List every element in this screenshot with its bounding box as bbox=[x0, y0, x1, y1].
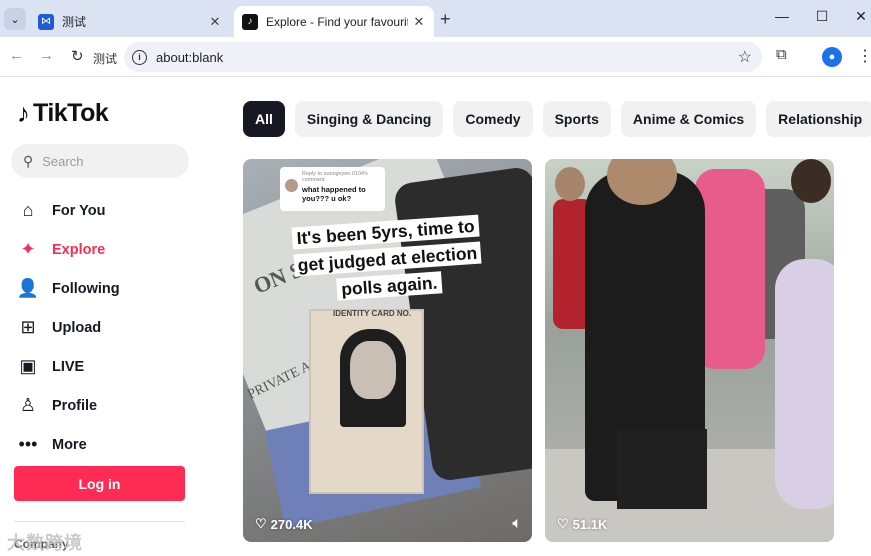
person-image bbox=[695, 169, 765, 369]
video-card[interactable]: ♡ 51.1K bbox=[545, 159, 834, 542]
profile-icon: ♙ bbox=[19, 395, 37, 415]
caption-line: polls again. bbox=[336, 271, 443, 301]
volume-icon[interactable]: 🔈︎ bbox=[512, 515, 522, 533]
browser-toolbar: ← → ↻ 测试 i about:blank ☆ ⧉ ● ⋮ bbox=[0, 37, 871, 77]
person-image bbox=[775, 259, 834, 509]
tiktok-icon: ♪ bbox=[242, 13, 258, 30]
close-window-icon[interactable]: ✕ bbox=[849, 8, 871, 25]
close-icon[interactable]: ✕ bbox=[408, 14, 430, 30]
sidebar-item-label: Following bbox=[52, 280, 120, 297]
sidebar-item-profile[interactable]: ♙ Profile bbox=[14, 386, 190, 425]
sidebar-item-label: Profile bbox=[52, 397, 98, 414]
heart-icon: ♡ bbox=[255, 516, 267, 531]
id-card-label: IDENTITY CARD NO. bbox=[333, 309, 412, 318]
search-placeholder: Search bbox=[42, 153, 84, 169]
search-icon: ⚲ bbox=[23, 152, 34, 169]
extensions-icon[interactable]: ⧉ bbox=[776, 46, 787, 63]
sidebar-item-more[interactable]: ••• More bbox=[14, 425, 190, 464]
user-follow-icon: 👤 bbox=[16, 278, 40, 298]
watermark: 大数跨境 bbox=[7, 533, 83, 553]
sidebar-nav: ⌂ For You ✦ Explore 👤 Following ⊞ Upload ▣ LIVE ♙ P… bbox=[14, 191, 190, 464]
live-tv-icon: ▣ bbox=[19, 356, 37, 376]
like-count-value: 51.1K bbox=[572, 516, 608, 532]
minimize-icon[interactable]: — bbox=[770, 8, 794, 24]
person-image bbox=[555, 167, 585, 201]
sidebar-item-label: More bbox=[52, 436, 87, 453]
reply-bubble: Reply to suongvyen.0104's comment what h… bbox=[280, 167, 385, 211]
sidebar-item-live[interactable]: ▣ LIVE bbox=[14, 347, 190, 386]
new-tab-button[interactable]: + bbox=[440, 9, 451, 30]
category-tab[interactable]: Anime & Comics bbox=[620, 101, 757, 137]
category-tab[interactable]: Relationship bbox=[766, 101, 871, 137]
close-icon[interactable]: ✕ bbox=[204, 14, 226, 30]
category-tab[interactable]: Singing & Dancing bbox=[294, 101, 444, 137]
tiktok-page: ♪ TikTok ⚲ Search ⌂ For You ✦ Explore 👤 Follo… bbox=[0, 78, 871, 556]
id-face bbox=[350, 341, 396, 399]
person-image bbox=[617, 429, 707, 509]
page-tag: 测试 bbox=[93, 52, 118, 66]
maximize-icon[interactable]: ☐ bbox=[810, 8, 834, 25]
info-icon[interactable]: i bbox=[132, 49, 147, 65]
reload-icon[interactable]: ↻ bbox=[71, 47, 84, 65]
browser-tab-2[interactable]: ♪ Explore - Find your favourite ✕ bbox=[234, 6, 434, 37]
tiktok-note-icon: ♪ bbox=[17, 98, 30, 128]
plus-square-icon: ⊞ bbox=[20, 317, 36, 337]
reply-meta: Reply to suongvyen.0104's comment bbox=[302, 171, 368, 183]
video-card[interactable]: ON S PRIVATE AN IDENTITY CARD NO. Reply … bbox=[243, 159, 532, 542]
sidebar-item-explore[interactable]: ✦ Explore bbox=[14, 230, 190, 269]
person-image bbox=[791, 159, 831, 203]
logo-text: TikTok bbox=[33, 99, 109, 127]
reply-avatar bbox=[285, 179, 298, 192]
menu-kebab-icon[interactable]: ⋮ bbox=[857, 46, 871, 66]
tab-title: Explore - Find your favourite bbox=[266, 14, 408, 29]
category-tab[interactable]: All bbox=[243, 101, 285, 137]
browser-tab-bar: ⌄ ⋈ 测试 ✕ ♪ Explore - Find your favourite… bbox=[0, 0, 871, 37]
tab-title: 测试 bbox=[62, 15, 87, 29]
category-tab[interactable]: Comedy bbox=[453, 101, 533, 137]
url-text: about:blank bbox=[156, 49, 224, 65]
search-input[interactable]: ⚲ Search bbox=[11, 144, 189, 178]
heart-icon: ♡ bbox=[557, 516, 569, 531]
like-count-value: 270.4K bbox=[270, 516, 313, 532]
compass-icon: ✦ bbox=[20, 239, 36, 259]
sidebar-item-following[interactable]: 👤 Following bbox=[14, 269, 190, 308]
category-tabs: All Singing & Dancing Comedy Sports Anime & … bbox=[243, 101, 871, 137]
sidebar-item-label: LIVE bbox=[52, 358, 85, 375]
login-button[interactable]: Log in bbox=[14, 466, 185, 501]
like-count: ♡ 270.4K bbox=[255, 516, 313, 532]
home-icon: ⌂ bbox=[22, 200, 34, 220]
like-count: ♡ 51.1K bbox=[557, 516, 607, 532]
category-tab[interactable]: Sports bbox=[542, 101, 611, 137]
forward-icon[interactable]: → bbox=[39, 47, 54, 64]
more-dots-icon: ••• bbox=[18, 434, 38, 454]
back-icon[interactable]: ← bbox=[9, 47, 24, 64]
sidebar-item-label: Explore bbox=[52, 241, 106, 258]
reply-text: what happened to you??? u ok? bbox=[302, 185, 366, 203]
sidebar-item-label: For You bbox=[52, 202, 106, 219]
profile-avatar-icon[interactable]: ● bbox=[822, 47, 842, 67]
sidebar-item-label: Upload bbox=[52, 319, 102, 336]
vscode-icon: ⋈ bbox=[38, 13, 54, 30]
sidebar-item-for-you[interactable]: ⌂ For You bbox=[14, 191, 190, 230]
tiktok-logo[interactable]: ♪ TikTok bbox=[17, 98, 109, 129]
bookmark-star-icon[interactable]: ☆ bbox=[738, 47, 752, 67]
tab-search-dropdown-icon[interactable]: ⌄ bbox=[4, 8, 26, 30]
video-caption: It's been 5yrs, time to get judged at el… bbox=[282, 212, 492, 307]
divider bbox=[14, 521, 185, 522]
sidebar-item-upload[interactable]: ⊞ Upload bbox=[14, 308, 190, 347]
address-bar[interactable]: i about:blank ☆ bbox=[124, 42, 762, 72]
browser-tab-1[interactable]: ⋈ 测试 ✕ bbox=[30, 6, 230, 37]
